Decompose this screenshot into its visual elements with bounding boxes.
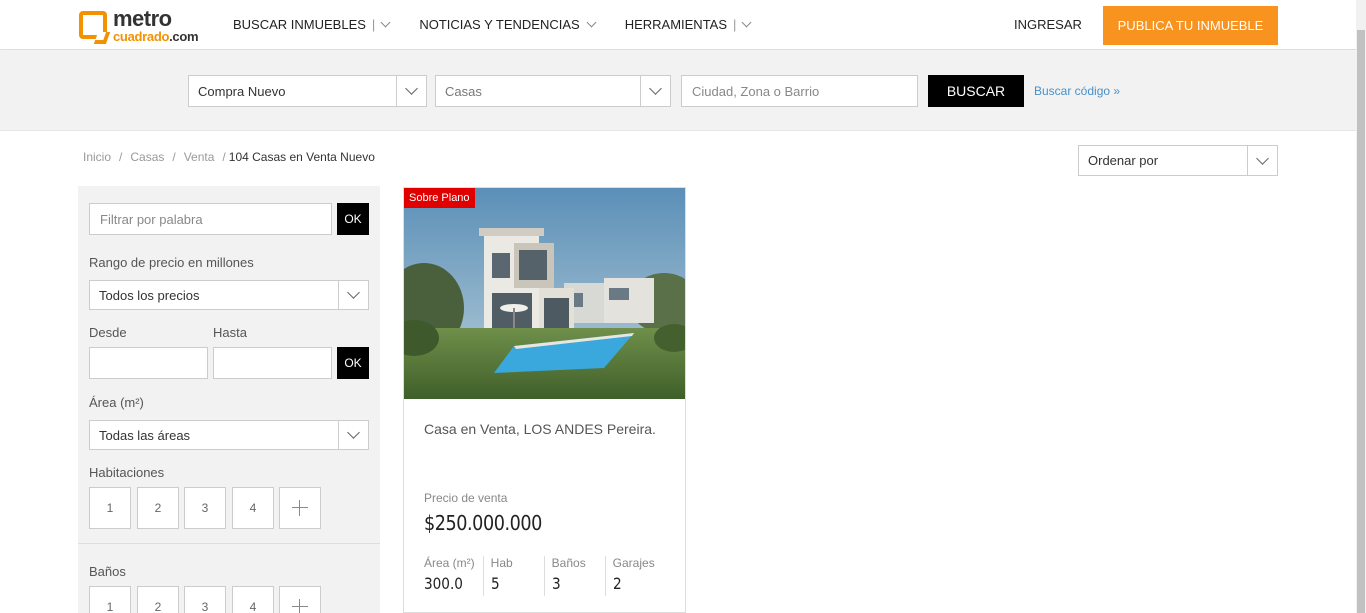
chevron-down-icon [405,82,418,95]
spec-baths: Baños 3 [552,556,606,596]
chevron-down-icon [741,17,752,28]
listing-title[interactable]: Casa en Venta, LOS ANDES Pereira. [424,420,664,438]
keyword-ok-button[interactable]: OK [337,203,369,235]
baths-label: Baños [89,564,126,579]
breadcrumb-current: 104 Casas en Venta Nuevo [228,150,375,164]
rooms-option-3[interactable]: 3 [184,487,226,529]
rooms-more-button[interactable] [279,487,321,529]
logo-text-bottom: cuadrado.com [113,28,199,44]
baths-option-3[interactable]: 3 [184,586,226,613]
baths-option-1[interactable]: 1 [89,586,131,613]
publish-property-button[interactable]: PUBLICA TU INMUEBLE [1103,6,1278,45]
plus-icon [292,599,308,613]
spec-garages: Garajes 2 [612,556,655,593]
filters-sidebar: Filtrar por palabra OK Rango de precio e… [78,186,380,613]
spec-area: Área (m²) 300.0 [424,556,484,596]
property-type-select[interactable]: Casas [435,75,671,107]
area-label: Área (m²) [89,395,144,410]
search-bar: Compra Nuevo Casas Ciudad, Zona o Barrio… [0,51,1356,131]
location-input[interactable]: Ciudad, Zona o Barrio [681,75,918,107]
baths-option-4[interactable]: 4 [232,586,274,613]
logo-icon [79,11,107,39]
chevron-down-icon [380,17,391,28]
chevron-down-icon [649,82,662,95]
listing-photo[interactable]: Sobre Plano [404,188,685,399]
price-range-label: Rango de precio en millones [89,255,254,270]
login-link[interactable]: INGRESAR [1014,17,1082,32]
baths-more-button[interactable] [279,586,321,613]
rooms-options: 1 2 3 4 [89,487,339,529]
chevron-down-icon [347,426,360,439]
listing-card[interactable]: Sobre Plano Casa en Venta, LOS ANDES Per… [403,187,686,613]
breadcrumb-inicio[interactable]: Inicio [83,150,111,164]
rooms-label: Habitaciones [89,465,165,480]
price-to-input[interactable] [213,347,332,379]
price-to-label: Hasta [213,325,247,340]
order-by-select[interactable]: Ordenar por [1078,145,1278,176]
rooms-option-4[interactable]: 4 [232,487,274,529]
breadcrumb-casas[interactable]: Casas [130,150,164,164]
price-label: Precio de venta [424,491,508,505]
price-from-input[interactable] [89,347,208,379]
main-nav: BUSCAR INMUEBLES | NOTICIAS Y TENDENCIAS… [233,17,780,32]
scrollbar-thumb[interactable] [1357,30,1365,613]
nav-buscar-inmuebles[interactable]: BUSCAR INMUEBLES | [233,17,391,32]
chevron-down-icon [347,286,360,299]
price-ok-button[interactable]: OK [337,347,369,379]
logo-text-top: metro [113,5,172,31]
baths-options: 1 2 3 4 [89,586,339,613]
nav-noticias-tendencias[interactable]: NOTICIAS Y TENDENCIAS [419,17,597,32]
area-select[interactable]: Todas las áreas [89,420,369,450]
page-scrollbar[interactable] [1356,0,1366,613]
house-render-image [404,188,685,399]
breadcrumb-venta[interactable]: Venta [184,150,215,164]
baths-option-2[interactable]: 2 [137,586,179,613]
search-button[interactable]: BUSCAR [928,75,1024,107]
metrocuadrado-logo[interactable]: metro cuadrado.com [79,5,199,44]
price-from-label: Desde [89,325,127,340]
listing-specs: Área (m²) 300.0 Hab 5 Baños 3 Garajes 2 [424,556,670,596]
site-header: metro cuadrado.com BUSCAR INMUEBLES | NO… [0,0,1356,50]
divider [78,543,380,544]
sobre-plano-badge: Sobre Plano [404,188,475,208]
spec-rooms: Hab 5 [491,556,545,596]
chevron-down-icon [1256,152,1269,165]
chevron-down-icon [586,17,597,28]
listing-price: $250.000.000 [424,511,542,535]
keyword-filter-input[interactable]: Filtrar por palabra [89,203,332,235]
price-range-select[interactable]: Todos los precios [89,280,369,310]
rooms-option-1[interactable]: 1 [89,487,131,529]
nav-herramientas[interactable]: HERRAMIENTAS | [625,17,752,32]
search-code-link[interactable]: Buscar código » [1034,84,1120,98]
breadcrumb: Inicio / Casas / Venta / 104 Casas en Ve… [83,150,375,164]
rooms-option-2[interactable]: 2 [137,487,179,529]
plus-icon [292,500,308,516]
operation-select[interactable]: Compra Nuevo [188,75,427,107]
